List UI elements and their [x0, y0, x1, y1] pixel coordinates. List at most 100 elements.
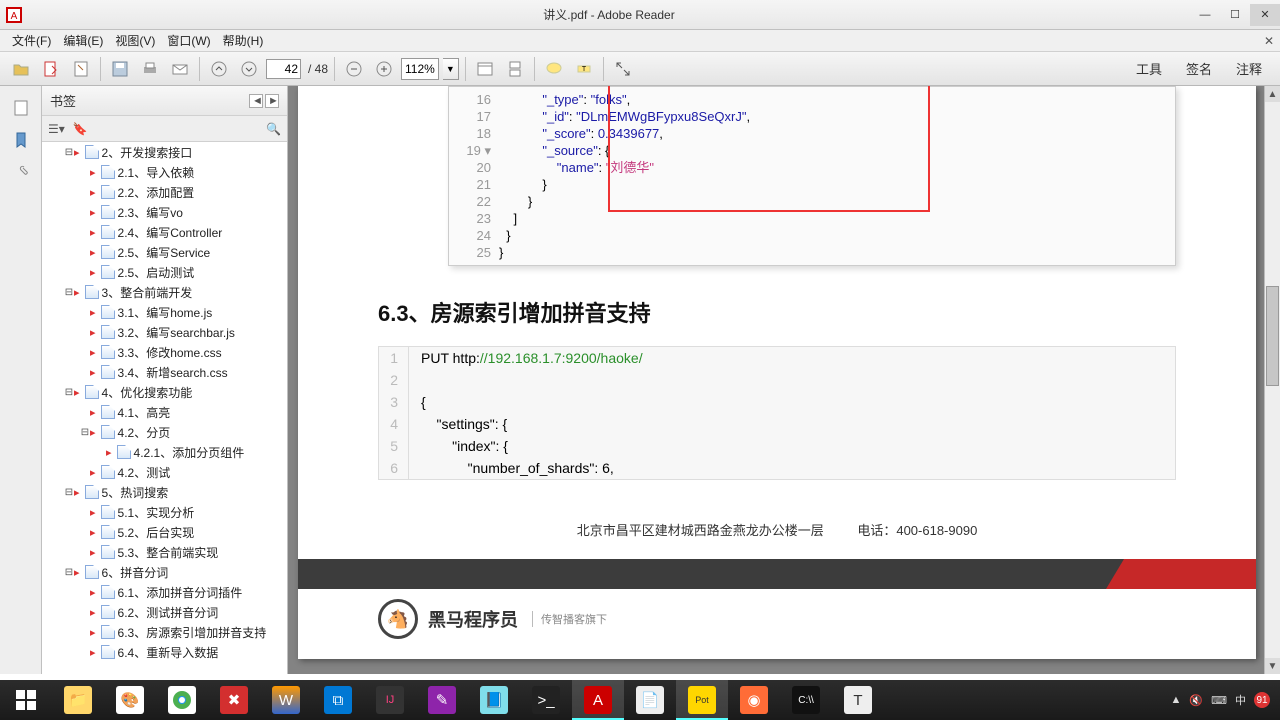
keyboard-icon[interactable]: ⌨ — [1211, 694, 1227, 707]
menu-file[interactable]: 文件(F) — [6, 30, 57, 51]
page-up-icon[interactable] — [206, 56, 232, 82]
bookmark-panel: 书签 ◄ ► ☰▾ 🔖 🔍 ⊟▸2、开发搜索接口▸2.1、导入依赖▸2.2、添加… — [42, 86, 288, 674]
scroll-up-icon[interactable]: ▲ — [1265, 86, 1280, 102]
intellij-icon[interactable]: IJ — [364, 680, 416, 720]
export-pdf-icon[interactable] — [38, 56, 64, 82]
highlight-box — [608, 86, 930, 212]
document-view[interactable]: 16 "_type": "folks",17 "_id": "DLmEMWgBF… — [288, 86, 1280, 674]
scroll-thumb[interactable] — [1266, 286, 1279, 386]
bookmark-item[interactable]: ⊟▸2、开发搜索接口 — [42, 142, 287, 162]
page-down-icon[interactable] — [236, 56, 262, 82]
bookmark-item[interactable]: ▸6.3、房源索引增加拼音支持 — [42, 622, 287, 642]
bookmark-item[interactable]: ▸2.5、启动测试 — [42, 262, 287, 282]
bookmark-prev-icon[interactable]: ◄ — [249, 94, 263, 108]
bookmark-find-icon[interactable]: 🔍 — [266, 122, 281, 136]
attachments-icon[interactable] — [11, 162, 31, 182]
create-pdf-icon[interactable] — [68, 56, 94, 82]
wps-icon[interactable]: W — [260, 680, 312, 720]
potplayer-icon[interactable]: Pot — [676, 680, 728, 720]
print-icon[interactable] — [137, 56, 163, 82]
menu-view[interactable]: 视图(V) — [109, 30, 161, 51]
side-strip — [0, 86, 42, 674]
bookmark-item[interactable]: ⊟▸4、优化搜索功能 — [42, 382, 287, 402]
bookmark-item[interactable]: ▸2.1、导入依赖 — [42, 162, 287, 182]
bookmark-item[interactable]: ▸6.1、添加拼音分词插件 — [42, 582, 287, 602]
maximize-button[interactable]: ☐ — [1220, 4, 1250, 26]
bookmark-item[interactable]: ▸6.2、测试拼音分词 — [42, 602, 287, 622]
bookmark-item[interactable]: ⊟▸5、热词搜索 — [42, 482, 287, 502]
thumbnails-icon[interactable] — [11, 98, 31, 118]
notification-badge[interactable]: 91 — [1254, 692, 1270, 708]
document-scrollbar[interactable]: ▲ ▼ — [1264, 86, 1280, 674]
bookmark-item[interactable]: ▸4.2、测试 — [42, 462, 287, 482]
bookmark-item[interactable]: ▸4.2.1、添加分页组件 — [42, 442, 287, 462]
close-button[interactable]: ✕ — [1250, 4, 1280, 26]
xshell-icon[interactable]: ✖ — [208, 680, 260, 720]
bookmark-item[interactable]: ▸5.3、整合前端实现 — [42, 542, 287, 562]
bookmark-item[interactable]: ⊟▸3、整合前端开发 — [42, 282, 287, 302]
http-code-block: 1PUT http://192.168.1.7:9200/haoke/23{4 … — [378, 346, 1176, 480]
bookmark-item[interactable]: ▸3.3、修改home.css — [42, 342, 287, 362]
volume-icon[interactable]: 🔇 — [1189, 694, 1203, 707]
menu-edit[interactable]: 编辑(E) — [57, 30, 109, 51]
bookmark-item[interactable]: ⊟▸6、拼音分词 — [42, 562, 287, 582]
scroll-mode-icon[interactable] — [502, 56, 528, 82]
comment-icon[interactable] — [541, 56, 567, 82]
postman-icon[interactable]: ◉ — [728, 680, 780, 720]
main-area: 书签 ◄ ► ☰▾ 🔖 🔍 ⊟▸2、开发搜索接口▸2.1、导入依赖▸2.2、添加… — [0, 86, 1280, 674]
bookmark-options-icon[interactable]: ☰▾ — [48, 122, 65, 136]
notepad-icon[interactable]: 📄 — [624, 680, 676, 720]
bookmark-item[interactable]: ▸5.1、实现分析 — [42, 502, 287, 522]
minimize-button[interactable]: — — [1190, 4, 1220, 26]
bookmark-item[interactable]: ▸6.4、重新导入数据 — [42, 642, 287, 662]
paint-icon[interactable]: 🎨 — [104, 680, 156, 720]
bookmark-next-icon[interactable]: ► — [265, 94, 279, 108]
explorer-icon[interactable]: 📁 — [52, 680, 104, 720]
vscode-icon[interactable]: ⧉ — [312, 680, 364, 720]
bookmark-item[interactable]: ⊟▸4.2、分页 — [42, 422, 287, 442]
chrome-icon[interactable] — [156, 680, 208, 720]
page-number-input[interactable] — [266, 59, 301, 79]
footer-address: 北京市昌平区建材城西路金燕龙办公楼一层 — [577, 523, 824, 538]
tools-button[interactable]: 工具 — [1126, 57, 1172, 80]
open-icon[interactable] — [8, 56, 34, 82]
comment-button[interactable]: 注释 — [1226, 57, 1272, 80]
bookmark-new-icon[interactable]: 🔖 — [73, 122, 88, 136]
bookmark-item[interactable]: ▸3.1、编写home.js — [42, 302, 287, 322]
sign-button[interactable]: 签名 — [1176, 57, 1222, 80]
menu-help[interactable]: 帮助(H) — [217, 30, 270, 51]
titlebar: A 讲义.pdf - Adobe Reader — ☐ ✕ — [0, 0, 1280, 30]
scroll-down-icon[interactable]: ▼ — [1265, 658, 1280, 674]
bookmark-tree[interactable]: ⊟▸2、开发搜索接口▸2.1、导入依赖▸2.2、添加配置▸2.3、编写vo▸2.… — [42, 142, 287, 674]
read-mode-icon[interactable] — [472, 56, 498, 82]
menu-close-doc[interactable]: ✕ — [1264, 34, 1274, 48]
highlight-icon[interactable]: T — [571, 56, 597, 82]
adobe-reader-taskbar-icon[interactable]: A — [572, 680, 624, 720]
pdf-page: 16 "_type": "folks",17 "_id": "DLmEMWgBF… — [298, 86, 1256, 659]
bookmark-item[interactable]: ▸2.4、编写Controller — [42, 222, 287, 242]
save-icon[interactable] — [107, 56, 133, 82]
zoom-select[interactable]: 112% — [401, 58, 439, 80]
tray-expand-icon[interactable]: ▲ — [1171, 694, 1182, 706]
bookmark-item[interactable]: ▸2.5、编写Service — [42, 242, 287, 262]
start-button[interactable] — [0, 680, 52, 720]
email-icon[interactable] — [167, 56, 193, 82]
bookmark-item[interactable]: ▸3.4、新增search.css — [42, 362, 287, 382]
bookmark-item[interactable]: ▸4.1、高亮 — [42, 402, 287, 422]
zoom-in-icon[interactable] — [371, 56, 397, 82]
bookmark-item[interactable]: ▸3.2、编写searchbar.js — [42, 322, 287, 342]
bookmark-item[interactable]: ▸5.2、后台实现 — [42, 522, 287, 542]
zoom-out-icon[interactable] — [341, 56, 367, 82]
bookmark-item[interactable]: ▸2.3、编写vo — [42, 202, 287, 222]
fullscreen-icon[interactable] — [610, 56, 636, 82]
bookmark-item[interactable]: ▸2.2、添加配置 — [42, 182, 287, 202]
cmd-icon[interactable]: C:\\ — [780, 680, 832, 720]
notes-icon[interactable]: 📘 — [468, 680, 520, 720]
terminal-icon[interactable]: >_ — [520, 680, 572, 720]
typora-icon[interactable]: T — [832, 680, 884, 720]
zoom-dropdown-icon[interactable]: ▼ — [443, 58, 459, 80]
ime-indicator[interactable]: 中 — [1235, 692, 1246, 708]
bookmarks-icon[interactable] — [11, 130, 31, 150]
emeditor-icon[interactable]: ✎ — [416, 680, 468, 720]
menu-window[interactable]: 窗口(W) — [161, 30, 216, 51]
